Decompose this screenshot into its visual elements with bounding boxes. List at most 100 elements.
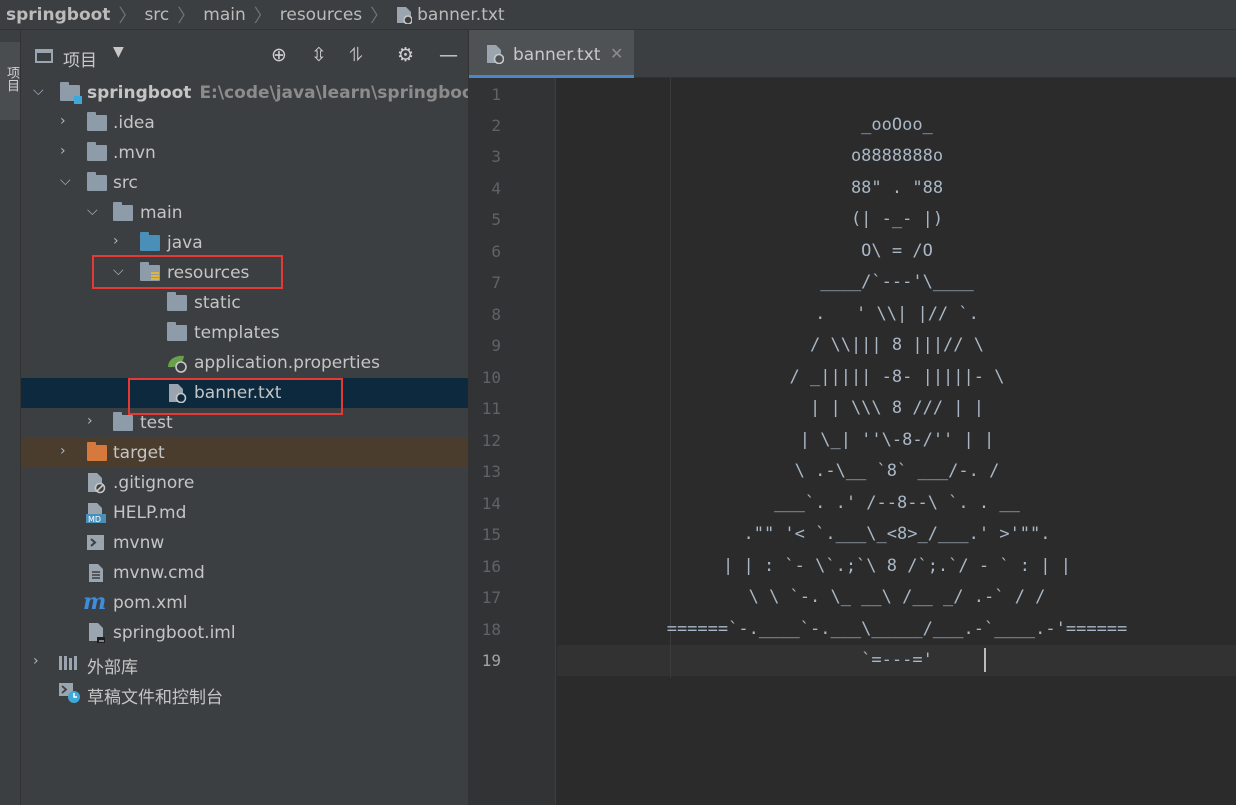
folder-icon: [87, 112, 107, 131]
minimize-icon[interactable]: —: [439, 44, 458, 66]
library-icon: [59, 656, 77, 670]
tree-item-gitignore[interactable]: .gitignore: [21, 468, 468, 498]
project-tool-label: 项目: [4, 66, 19, 92]
tree-item-label: templates: [194, 323, 280, 343]
line-number: 6: [491, 242, 501, 261]
line-number: 16: [481, 557, 501, 576]
line-number: 11: [481, 399, 501, 418]
code-line: o8888888o: [850, 146, 944, 166]
chevron-right-icon: 〉: [370, 5, 389, 27]
project-tool-button[interactable]: 项目: [0, 42, 20, 120]
chevron-right-icon: 〉: [177, 5, 196, 27]
tree-item-label: src: [113, 173, 138, 193]
tree-item-mvnw-cmd[interactable]: mvnw.cmd: [21, 558, 468, 588]
tree-item-label: 外部库: [87, 658, 138, 678]
code-line: / \\||| 8 |||// \: [810, 335, 984, 355]
line-number: 17: [481, 588, 501, 607]
tree-item-external-libraries[interactable]: › 外部库: [21, 648, 468, 678]
gear-icon[interactable]: ⚙: [397, 44, 414, 66]
tree-item-scratches[interactable]: 草稿文件和控制台: [21, 678, 468, 708]
chevron-down-icon[interactable]: ⌵: [33, 83, 44, 99]
text-file-icon: [89, 564, 103, 582]
code-line: | \_| ''\-8-/'' | |: [799, 430, 995, 450]
line-number: 5: [491, 210, 501, 229]
line-number: 14: [481, 494, 501, 513]
highlight-box-resources: [92, 255, 283, 289]
collapse-all-icon[interactable]: ⥮: [349, 44, 363, 66]
tree-item-static[interactable]: static: [21, 288, 468, 318]
breadcrumb-item-main[interactable]: main: [203, 5, 245, 25]
tree-item-help-md[interactable]: MD HELP.md: [21, 498, 468, 528]
editor-area: banner.txt ✕ 1 2 3 4 5 6 7 8 9 10 11 12 …: [468, 30, 1236, 805]
chevron-down-icon[interactable]: ⌵: [60, 173, 71, 189]
tree-item-label: .mvn: [113, 143, 156, 163]
chevron-down-icon[interactable]: ⌵: [87, 203, 98, 219]
code-line: O\ = /O: [861, 241, 933, 261]
maven-icon: m: [83, 589, 107, 615]
locate-icon[interactable]: ⊕: [271, 44, 287, 66]
breadcrumb-item-resources[interactable]: resources: [280, 5, 362, 25]
chevron-right-icon[interactable]: ›: [60, 143, 66, 159]
text-file-icon: [487, 45, 504, 64]
code-line: 88" . "88: [850, 178, 944, 198]
tree-item-src[interactable]: ⌵ src: [21, 168, 468, 198]
tree-item-label: .idea: [113, 113, 155, 133]
tree-item-mvn[interactable]: › .mvn: [21, 138, 468, 168]
tree-item-label: application.properties: [194, 353, 380, 373]
scratches-icon: [59, 683, 80, 703]
tree-item-target[interactable]: › target: [21, 438, 468, 468]
line-number: 2: [491, 116, 501, 135]
tree-item-label: main: [140, 203, 183, 223]
chevron-right-icon[interactable]: ›: [33, 653, 39, 669]
tree-item-label: 草稿文件和控制台: [87, 688, 223, 708]
markdown-file-icon: MD: [86, 503, 106, 524]
tree-item-application-properties[interactable]: application.properties: [21, 348, 468, 378]
project-view-icon: [35, 49, 53, 63]
folder-icon: [113, 412, 133, 431]
chevron-right-icon[interactable]: ›: [113, 233, 119, 249]
tree-item-templates[interactable]: templates: [21, 318, 468, 348]
breadcrumb-item-src[interactable]: src: [144, 5, 169, 25]
tool-window-stripe: 项目: [0, 30, 21, 805]
folder-icon: [113, 202, 133, 221]
code-line: `=---=': [861, 650, 933, 670]
folder-icon: [167, 292, 187, 311]
line-number: 1: [491, 85, 501, 104]
tree-item-pom-xml[interactable]: m pom.xml: [21, 588, 468, 618]
line-number: 12: [481, 431, 501, 450]
tree-item-springboot-iml[interactable]: springboot.iml: [21, 618, 468, 648]
tree-item-main[interactable]: ⌵ main: [21, 198, 468, 228]
code-line: _ooOoo_: [861, 115, 933, 135]
chevron-down-icon[interactable]: ▼: [113, 44, 124, 60]
code-line: . ' \\| |// `.: [815, 304, 979, 324]
chevron-right-icon[interactable]: ›: [87, 413, 93, 429]
tree-item-label: springboot.iml: [113, 623, 236, 643]
tree-item-project-root[interactable]: ⌵ springboot E:\code\java\learn\springboo…: [21, 78, 482, 108]
breadcrumb: springboot 〉 src 〉 main 〉 resources 〉 ba…: [0, 0, 1236, 30]
expand-all-icon[interactable]: ⇳: [311, 44, 327, 66]
line-number: 10: [481, 368, 501, 387]
line-number: 3: [491, 147, 501, 166]
tab-banner-txt[interactable]: banner.txt ✕: [469, 30, 634, 78]
close-icon[interactable]: ✕: [610, 44, 623, 63]
project-panel-title[interactable]: 项目: [63, 46, 97, 71]
tree-item-label: target: [113, 443, 165, 463]
editor-tab-bar: banner.txt ✕: [469, 30, 1236, 78]
tree-item-label: springboot: [87, 83, 192, 103]
shell-script-icon: [87, 535, 104, 550]
tree-item-java[interactable]: › java: [21, 228, 468, 258]
chevron-right-icon: 〉: [253, 5, 272, 27]
code-line: ____/`---'\____: [820, 272, 974, 292]
highlight-box-banner: [128, 378, 343, 415]
project-panel: 项目 ▼ ⊕ ⇳ ⥮ ⚙ — ⌵ springboot E:\code\java\…: [21, 30, 482, 805]
tree-item-idea[interactable]: › .idea: [21, 108, 468, 138]
tree-item-label: pom.xml: [113, 593, 188, 613]
chevron-right-icon[interactable]: ›: [60, 113, 66, 129]
code-line: \ .-\__ `8` ___/-. /: [794, 461, 1000, 481]
breadcrumb-item-file[interactable]: banner.txt: [417, 5, 504, 25]
text-caret: [984, 648, 986, 672]
tree-item-mvnw[interactable]: mvnw: [21, 528, 468, 558]
breadcrumb-item-project[interactable]: springboot: [6, 5, 110, 25]
chevron-right-icon[interactable]: ›: [60, 443, 66, 459]
line-number: 18: [481, 620, 501, 639]
